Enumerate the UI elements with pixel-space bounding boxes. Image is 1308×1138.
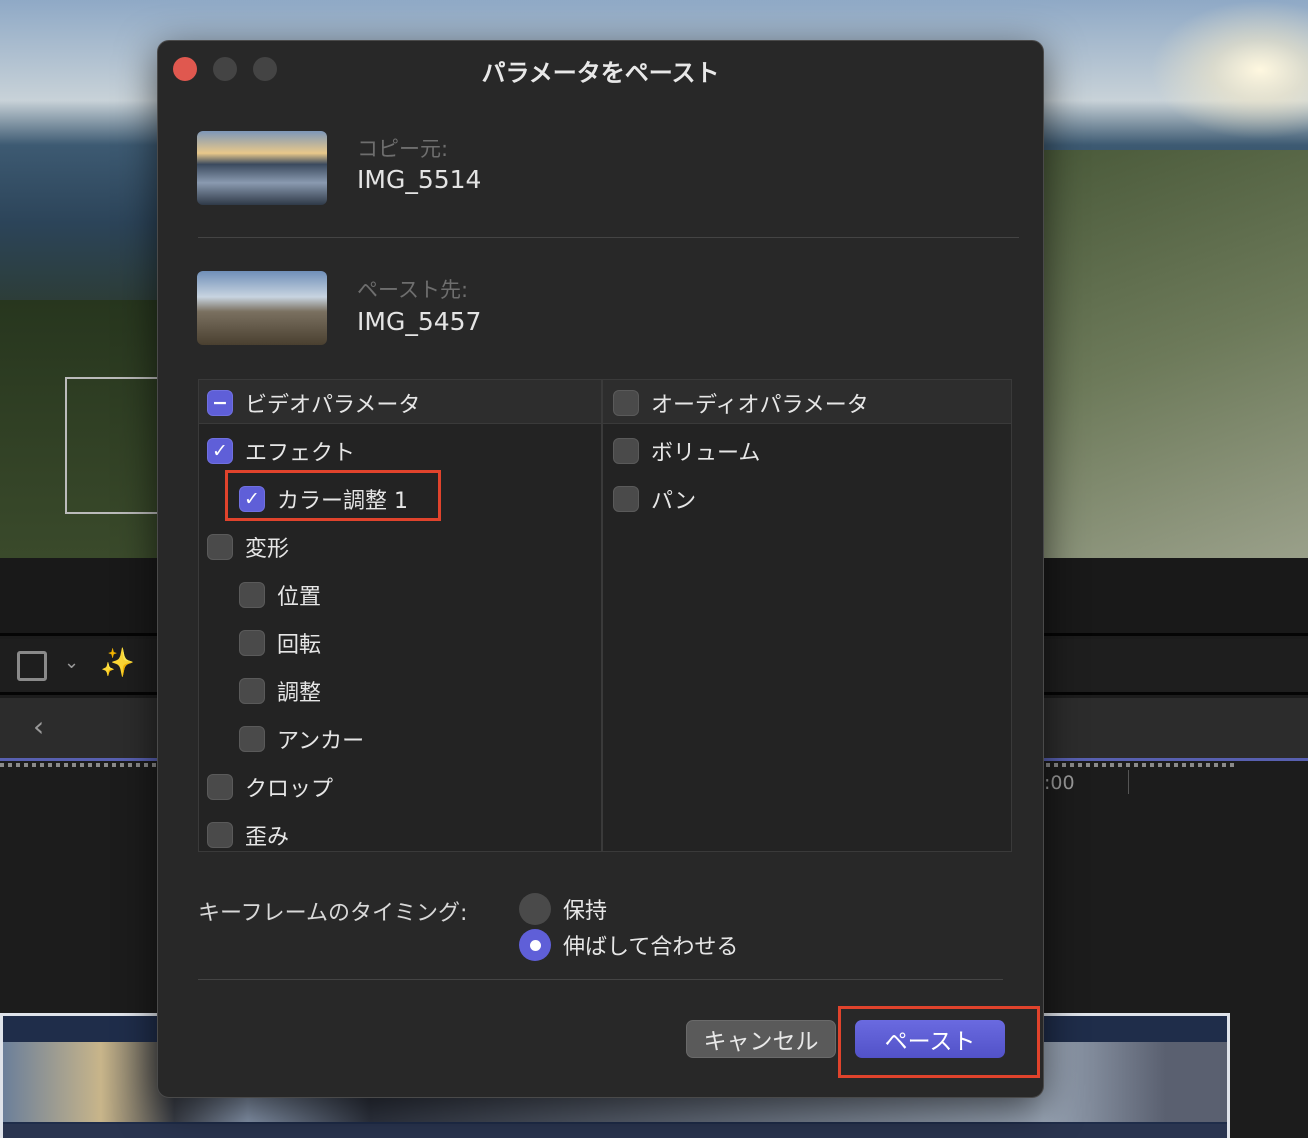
- position-label: 位置: [277, 585, 322, 610]
- checkbox[interactable]: [613, 390, 639, 416]
- timeline-ruler-ticks: [1046, 763, 1236, 767]
- pan-label: パン: [651, 489, 697, 514]
- timeline-ruler-ticks: [0, 763, 156, 767]
- playhead-tick: [1128, 770, 1129, 794]
- radio-stretch[interactable]: 伸ばして合わせる: [519, 929, 738, 961]
- effects-label: エフェクト: [245, 441, 356, 466]
- rotation-label: 回転: [277, 633, 322, 658]
- radio-button[interactable]: [519, 929, 551, 961]
- radio-stretch-label: 伸ばして合わせる: [563, 935, 739, 960]
- scale-label: 調整: [277, 681, 322, 706]
- checkbox[interactable]: ✓: [207, 438, 233, 464]
- video-parameters-row[interactable]: − ビデオパラメータ: [207, 387, 420, 419]
- audio-parameters-row[interactable]: オーディオパラメータ: [613, 387, 869, 419]
- source-clip-name: IMG_5514: [357, 165, 482, 194]
- divider: [198, 979, 1003, 980]
- checkbox[interactable]: [239, 630, 265, 656]
- checkbox[interactable]: [613, 438, 639, 464]
- checkbox[interactable]: [239, 726, 265, 752]
- volume-row[interactable]: ボリューム: [613, 435, 760, 467]
- audio-parameters-panel: オーディオパラメータ ボリューム パン: [602, 379, 1012, 852]
- checkbox[interactable]: [613, 486, 639, 512]
- source-thumbnail: [197, 131, 327, 205]
- destination-clip-name: IMG_5457: [357, 307, 482, 336]
- timeline-timecode: :00: [1044, 772, 1075, 794]
- back-chevron-icon[interactable]: ‹: [33, 710, 44, 743]
- transform-label: 変形: [245, 537, 290, 562]
- rotation-row[interactable]: 回転: [239, 627, 321, 659]
- transform-row[interactable]: 変形: [207, 531, 289, 563]
- volume-label: ボリューム: [651, 441, 761, 466]
- video-parameters-panel: − ビデオパラメータ ✓ エフェクト ✓ カラー調整 1 変形 位置 回転 調整 アン…: [198, 379, 602, 852]
- highlight-box: [225, 470, 441, 521]
- radio-keep[interactable]: 保持: [519, 893, 607, 925]
- keyframe-timing-label: キーフレームのタイミング:: [198, 895, 467, 927]
- destination-thumbnail: [197, 271, 327, 345]
- divider: [198, 237, 1019, 238]
- checkbox[interactable]: [207, 774, 233, 800]
- audio-parameters-label: オーディオパラメータ: [651, 393, 869, 418]
- effects-row[interactable]: ✓ エフェクト: [207, 435, 355, 467]
- crop-row[interactable]: クロップ: [207, 771, 333, 803]
- scale-row[interactable]: 調整: [239, 675, 321, 707]
- mixed-checkbox[interactable]: −: [207, 390, 233, 416]
- checkbox[interactable]: [239, 678, 265, 704]
- radio-keep-label: 保持: [563, 899, 608, 924]
- magic-wand-icon[interactable]: ✨: [100, 646, 135, 679]
- dialog-title: パラメータをペースト: [481, 59, 720, 87]
- distort-label: 歪み: [245, 825, 290, 850]
- pan-row[interactable]: パン: [613, 483, 696, 515]
- checkbox[interactable]: [207, 822, 233, 848]
- paste-parameters-dialog: パラメータをペースト コピー元: IMG_5514 ペースト先: IMG_545…: [157, 40, 1044, 1098]
- distort-row[interactable]: 歪み: [207, 819, 289, 851]
- anchor-row[interactable]: アンカー: [239, 723, 364, 755]
- highlight-box: [838, 1006, 1040, 1078]
- checkbox[interactable]: [239, 582, 265, 608]
- keyframe-label-text: キーフレームのタイミング:: [198, 901, 468, 926]
- position-row[interactable]: 位置: [239, 579, 321, 611]
- cancel-button[interactable]: キャンセル: [686, 1020, 836, 1058]
- video-parameters-label: ビデオパラメータ: [245, 393, 421, 418]
- transform-icon[interactable]: [17, 651, 47, 681]
- crop-label: クロップ: [245, 777, 334, 802]
- radio-button[interactable]: [519, 893, 551, 925]
- viewer-overlay-frame: [65, 377, 157, 514]
- destination-label: ペースト先:: [357, 278, 469, 302]
- checkbox[interactable]: [207, 534, 233, 560]
- anchor-label: アンカー: [277, 729, 365, 754]
- source-label: コピー元:: [357, 137, 449, 161]
- chevron-down-icon[interactable]: ⌄: [64, 652, 79, 673]
